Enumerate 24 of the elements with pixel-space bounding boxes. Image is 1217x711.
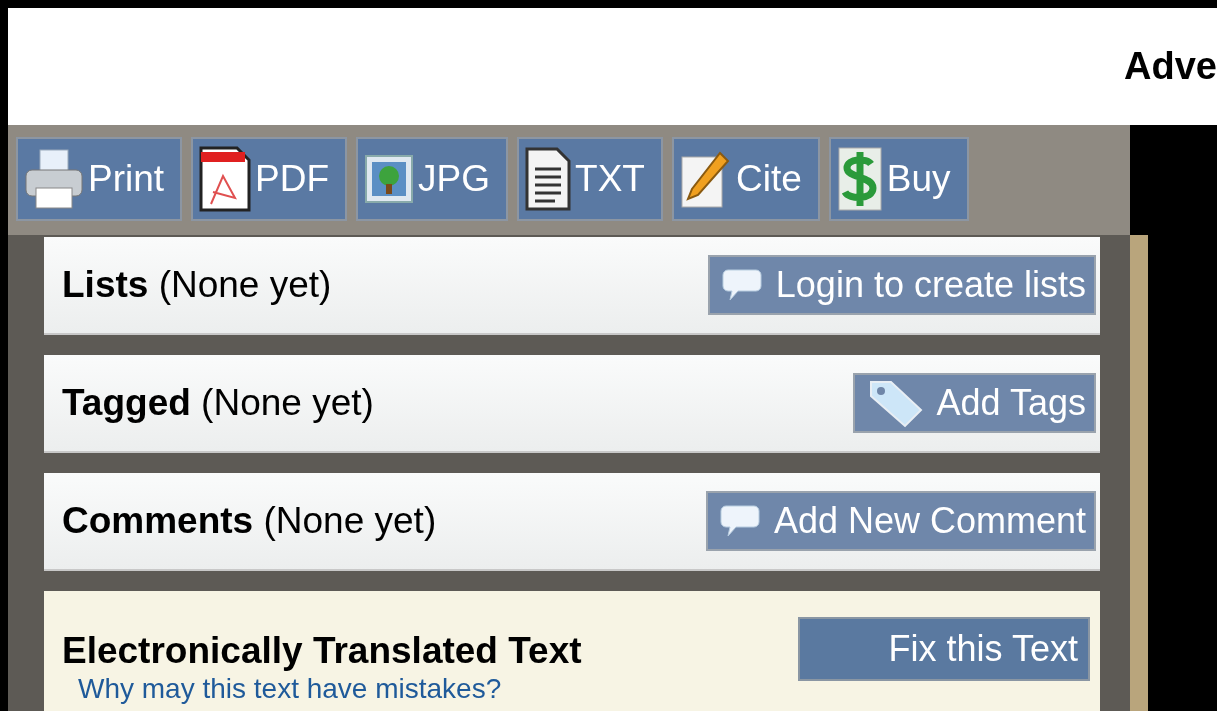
toolbar-button[interactable]: Print: [16, 137, 183, 221]
toolbar-button[interactable]: JPG: [356, 137, 509, 221]
section-heading: Tagged (None yet): [62, 381, 374, 426]
pencil-icon: [679, 149, 732, 209]
section-button[interactable]: Login to create lists: [707, 255, 1096, 315]
pdf-file-icon: [199, 146, 252, 212]
speech-bubble-icon: [719, 504, 760, 538]
section-heading: Comments (None yet): [62, 499, 437, 544]
header-title: Adve: [1124, 44, 1217, 89]
toolbar-button[interactable]: Buy: [828, 137, 969, 221]
dollar-icon: [836, 146, 883, 212]
toolbar-button[interactable]: Cite: [671, 137, 820, 221]
toolbar-button[interactable]: PDF: [191, 137, 348, 221]
mistakes-link[interactable]: Why may this text have mistakes?: [62, 673, 582, 705]
speech-bubble-icon: [721, 268, 762, 302]
fix-text-button[interactable]: Fix this Text: [798, 617, 1090, 681]
document-icon: [525, 147, 572, 211]
section-heading: Lists (None yet): [62, 263, 332, 308]
toolbar-button[interactable]: TXT: [517, 137, 663, 221]
image-icon: [364, 154, 415, 204]
printer-icon: [24, 148, 84, 210]
section-button[interactable]: Add New Comment: [705, 491, 1096, 551]
translation-heading: Electronically Translated Text: [62, 629, 582, 673]
section-button[interactable]: Add Tags: [852, 373, 1096, 433]
